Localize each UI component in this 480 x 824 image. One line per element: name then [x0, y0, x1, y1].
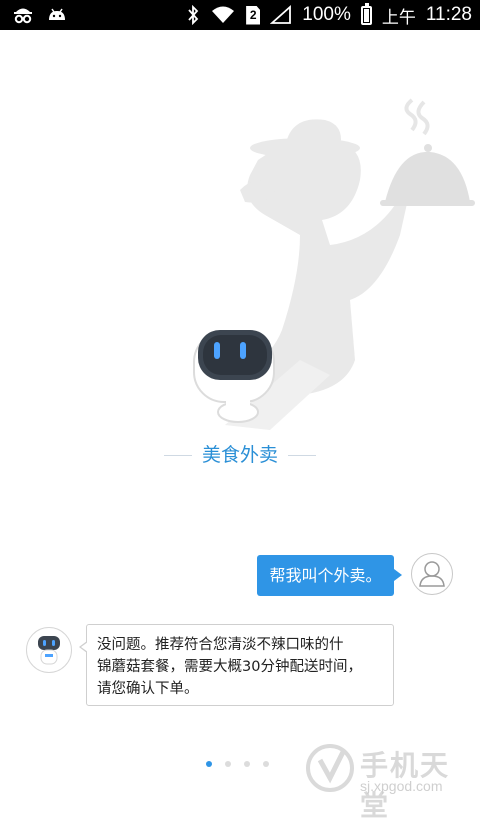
- page-indicator: [206, 761, 269, 767]
- page-dot[interactable]: [206, 761, 212, 767]
- bot-message-bubble: 没问题。推荐符合您清淡不辣口味的什 锦蘑菇套餐，需要大概30分钟配送时间， 请您…: [79, 624, 394, 706]
- battery-level: [363, 8, 369, 22]
- battery-icon: [360, 2, 372, 25]
- bot-message-line: 没问题。推荐符合您清淡不辣口味的什: [97, 637, 344, 653]
- page-dot[interactable]: [263, 761, 269, 767]
- hero-illustration: [193, 98, 475, 430]
- sim-icon: 2: [246, 5, 261, 25]
- title-right-line: [288, 455, 316, 456]
- title-left-line: [163, 455, 192, 456]
- bot-message-line: 锦蘑菇套餐，需要大概30分钟配送时间，: [97, 659, 362, 675]
- android-icon: [49, 8, 65, 20]
- section-title: 美食外卖: [0, 440, 480, 467]
- user-avatar-icon: [411, 553, 453, 595]
- page-dot[interactable]: [225, 761, 231, 767]
- bot-avatar-icon: [26, 627, 72, 673]
- incognito-icon: [14, 8, 32, 24]
- page-dot[interactable]: [244, 761, 250, 767]
- wifi-icon: [212, 6, 235, 23]
- watermark-url: sj.xpgod.com: [360, 778, 443, 794]
- signal-icon: [270, 5, 292, 24]
- bluetooth-icon: [188, 5, 199, 25]
- clock: 11:28: [425, 4, 472, 25]
- bot-message-line: 请您确认下单。: [97, 681, 199, 697]
- status-bar: 2 100% 上午 11:28: [0, 0, 480, 30]
- am-pm: 上午: [381, 7, 416, 28]
- watermark-logo-icon: [306, 744, 354, 792]
- user-message-bubble: 帮我叫个外卖。: [257, 555, 402, 596]
- title-text: 美食外卖: [201, 444, 278, 466]
- watermark: 手机天堂 sj.xpgod.com: [304, 742, 476, 822]
- battery-percent: 100%: [302, 4, 351, 25]
